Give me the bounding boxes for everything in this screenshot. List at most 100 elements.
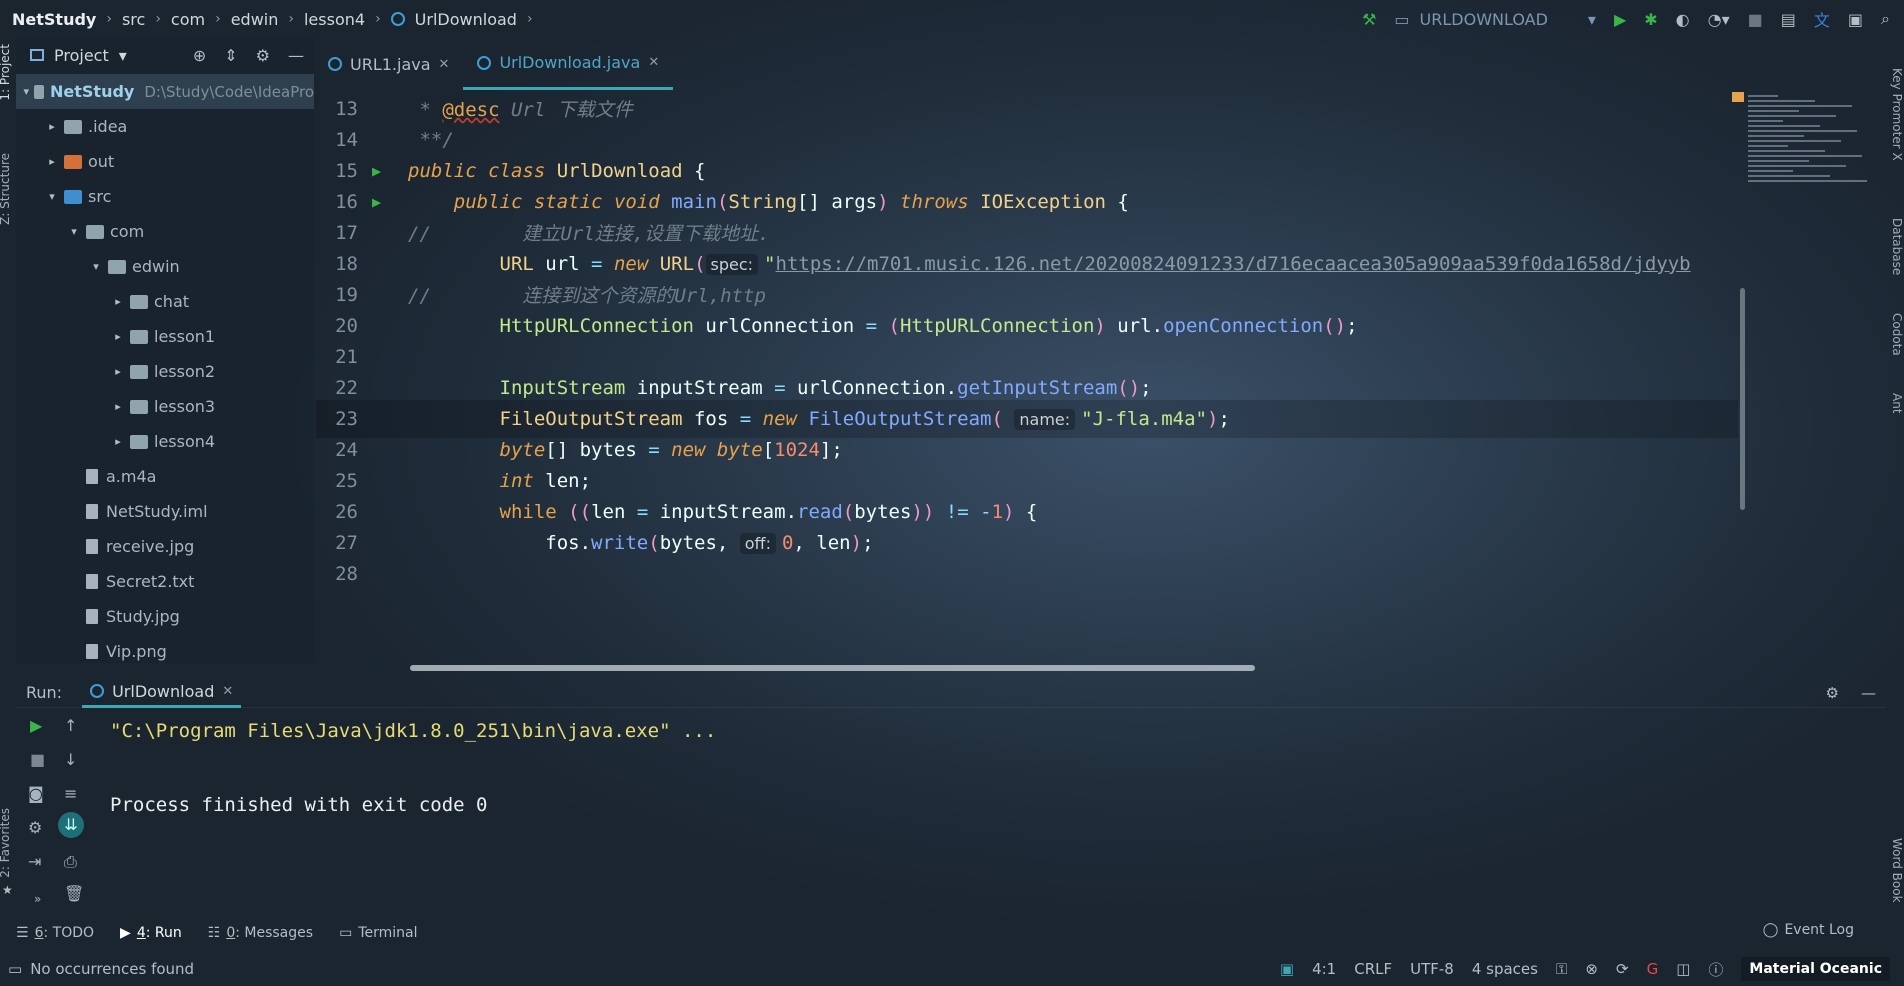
google-icon[interactable]: G [1647,960,1659,978]
editor-horizontal-scrollbar[interactable] [410,665,1255,671]
editor-vertical-scrollbar[interactable] [1740,288,1745,510]
down-arrow-icon[interactable]: ↓ [64,750,77,769]
chevron-right-icon[interactable]: ▸ [44,120,60,133]
hide-icon[interactable]: — [1861,684,1876,702]
camera-icon[interactable]: ◙ [28,784,44,803]
tree-item[interactable]: ▸ out [16,144,314,179]
code-editor[interactable]: 13 * @desc Url 下载文件 14 **/ 15 ▶ public class… [316,90,1738,668]
codota-icon[interactable]: ▣ [1280,960,1294,978]
run-gutter-icon[interactable]: ▶ [372,193,388,211]
chevron-down-icon[interactable]: ▾ [44,190,60,203]
breadcrumb-edwin[interactable]: edwin [231,10,279,29]
run-config-select[interactable]: ▭ URLDOWNLOAD ▾ [1394,10,1596,29]
gear-icon[interactable]: ⚙ [256,46,270,65]
tab-urldownload-java[interactable]: UrlDownload.java ✕ [463,38,674,90]
codota-tool-button[interactable]: Codota [1890,313,1904,356]
inspection-warning-marker[interactable] [1732,92,1744,102]
tree-item[interactable]: ▾ edwin [16,249,314,284]
tab-todo[interactable]: ☰ 6: TODO [16,925,94,941]
run-icon[interactable]: ▶ [1614,10,1626,29]
indent-setting[interactable]: 4 spaces [1472,960,1538,978]
theme-indicator[interactable]: Material Oceanic [1741,957,1890,981]
ant-tool-button[interactable]: Ant [1890,393,1904,414]
tab-run[interactable]: ▶ 4: Run [120,925,182,941]
stop-icon[interactable]: ■ [1748,10,1763,29]
tree-item[interactable]: Study.jpg [16,599,314,634]
login-icon[interactable]: ⇥ [28,852,41,871]
project-tool-button[interactable]: 1: Project [0,44,12,101]
tree-item[interactable]: ▸ lesson3 [16,389,314,424]
chevron-down-icon[interactable]: ▾ [66,225,82,238]
more-icon[interactable]: » [34,892,41,906]
rerun-icon[interactable]: ▶ [30,716,42,735]
settings-icon[interactable]: ⚙ [28,818,42,837]
word-book-tool-button[interactable]: Word Book [1890,838,1904,903]
up-arrow-icon[interactable]: ↑ [64,716,77,735]
breadcrumb-project[interactable]: NetStudy [12,10,96,29]
chevron-down-icon[interactable]: ▾ [119,46,127,65]
database-tool-button[interactable]: Database [1890,218,1904,275]
build-hammer-icon[interactable]: ⚒ [1362,10,1376,29]
favorites-tool-button[interactable]: 2: Favorites [0,808,12,878]
tree-item[interactable]: ▾ com [16,214,314,249]
scroll-to-end-icon[interactable]: ⇊ [58,812,84,838]
run-tab-urldownload[interactable]: UrlDownload ✕ [82,678,242,708]
gear-icon[interactable]: ⚙ [1826,684,1839,702]
stop-icon[interactable]: ■ [30,750,45,769]
breadcrumb-file[interactable]: UrlDownload [415,10,517,29]
close-icon[interactable]: ✕ [439,57,450,72]
print-icon[interactable]: ⎙ [64,852,77,872]
tab-messages[interactable]: ☷ 0: Messages [208,925,313,941]
translate-icon[interactable]: 文 [1814,7,1830,31]
tree-item[interactable]: ▸ lesson2 [16,354,314,389]
chevron-down-icon[interactable]: ▾ [88,260,104,273]
presentation-icon[interactable]: ▣ [1848,10,1863,29]
chevron-right-icon[interactable]: ▸ [110,435,126,448]
console-output[interactable]: "C:\Program Files\Java\jdk1.8.0_251\bin\… [110,712,716,823]
debug-icon[interactable]: ✱ [1644,10,1657,29]
line-separator[interactable]: CRLF [1354,960,1392,978]
breadcrumb-lesson4[interactable]: lesson4 [304,10,365,29]
code-line[interactable]: 28 [316,555,1738,593]
search-everywhere-icon[interactable]: ⌕ [1881,9,1890,29]
tree-item[interactable]: ▸ chat [16,284,314,319]
breadcrumb-com[interactable]: com [171,10,205,29]
chevron-right-icon[interactable]: ▸ [110,295,126,308]
caret-position[interactable]: 4:1 [1312,960,1336,978]
chevron-down-icon[interactable]: ▾ [22,85,30,98]
hide-icon[interactable]: — [288,46,304,65]
tree-item[interactable]: receive.jpg [16,529,314,564]
collapse-all-icon[interactable]: ⇕ [224,46,237,65]
structure-tool-button[interactable]: Z: Structure [0,153,12,225]
translate-icon[interactable]: ⟳ [1616,960,1629,978]
tree-item[interactable]: ▸ lesson1 [16,319,314,354]
event-log-button[interactable]: ◯ Event Log [1763,922,1854,938]
soft-wrap-icon[interactable]: ≡ [64,784,77,803]
project-panel-title[interactable]: Project [54,46,109,65]
tree-item[interactable]: Secret2.txt [16,564,314,599]
tree-item[interactable]: NetStudy.iml [16,494,314,529]
tree-item[interactable]: ▾ src [16,179,314,214]
tree-item[interactable]: a.m4a [16,459,314,494]
close-icon[interactable]: ✕ [222,684,233,699]
tab-terminal[interactable]: ▭ Terminal [339,925,417,941]
memory-icon[interactable]: ◫ [1676,960,1690,978]
chevron-right-icon[interactable]: ▸ [110,400,126,413]
tree-item[interactable]: Vip.png [16,634,314,669]
layout-icon[interactable]: ▭ [8,960,22,978]
chevron-right-icon[interactable]: ▸ [110,330,126,343]
tab-url1-java[interactable]: URL1.java ✕ [314,38,463,90]
tree-item[interactable]: ▾ NetStudy D:\Study\Code\IdeaPro [16,74,314,109]
profile-icon[interactable]: ◔▾ [1708,10,1730,29]
chevron-right-icon[interactable]: ▸ [44,155,60,168]
breadcrumb-src[interactable]: src [122,10,145,29]
lock-icon[interactable]: ⚿ [1556,960,1567,978]
coverage-icon[interactable]: ◐ [1676,10,1690,29]
code-minimap[interactable] [1748,92,1888,212]
tree-item[interactable]: ▸ .idea [16,109,314,144]
project-structure-icon[interactable]: ▤ [1781,10,1796,29]
close-icon[interactable]: ✕ [648,55,659,70]
run-gutter-icon[interactable]: ▶ [372,162,388,180]
key-promoter-tool-button[interactable]: Key Promoter X [1890,68,1904,161]
trash-icon[interactable]: 🗑 [64,884,84,903]
